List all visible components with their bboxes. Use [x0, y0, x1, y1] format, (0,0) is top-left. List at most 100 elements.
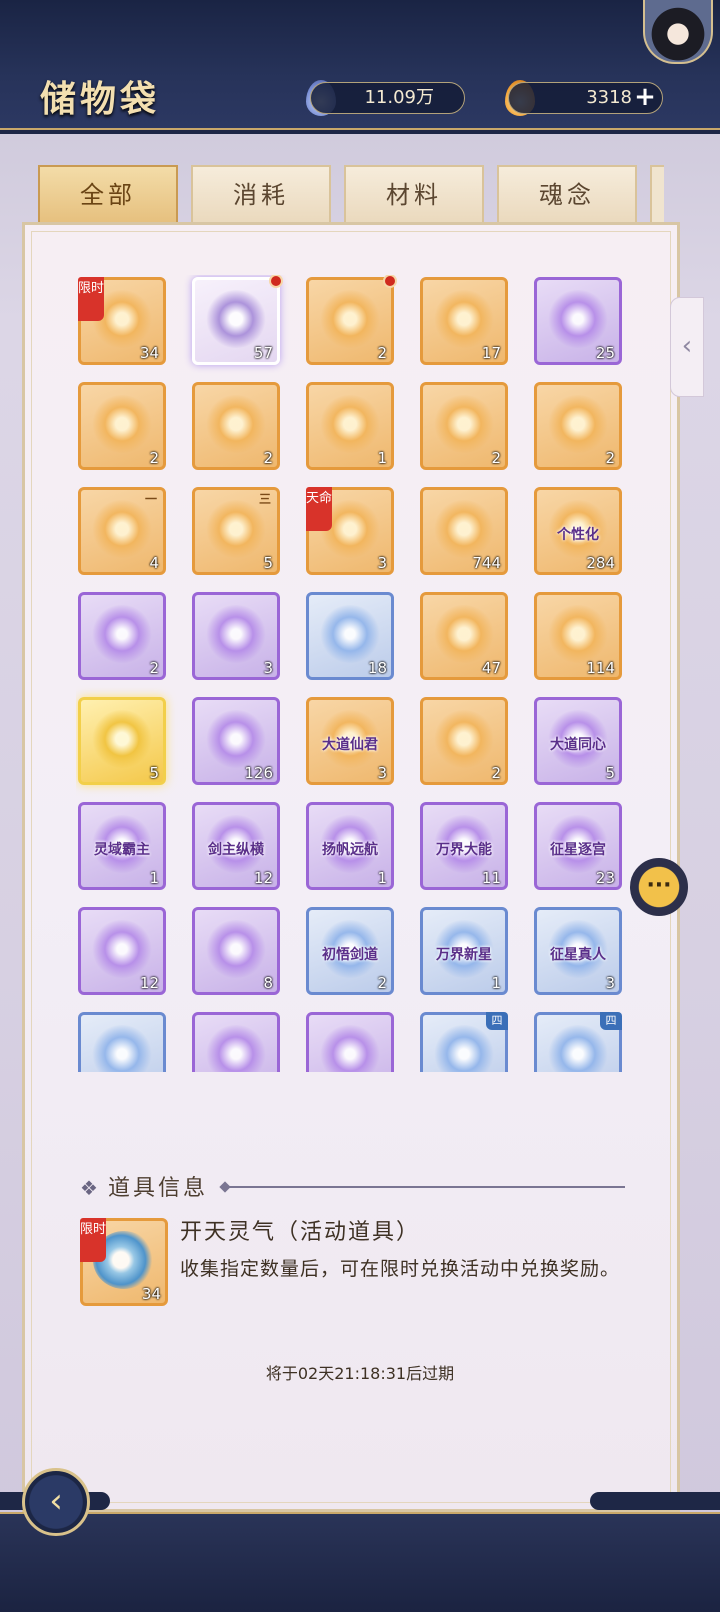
fire-sword-emblem-icon [433, 605, 495, 663]
item-count: 1 [149, 869, 159, 887]
inventory-item[interactable]: 2 [192, 382, 280, 470]
item-count: 12 [253, 869, 273, 887]
item-grade-badge: 四 [486, 1012, 508, 1030]
item-count: 57 [253, 344, 273, 362]
inventory-item[interactable]: 57 [192, 275, 283, 365]
inventory-item[interactable] [192, 1012, 280, 1072]
item-count: 2 [377, 974, 387, 992]
item-count: 8 [263, 974, 273, 992]
item-count: 12 [139, 974, 159, 992]
inventory-item[interactable]: 2 [534, 382, 622, 470]
item-count: 23 [595, 869, 615, 887]
blue-book-icon [319, 605, 381, 663]
item-grid[interactable]: 限时 34 57 2 17 25 2 2 1 2 2 一 4 三 5 天命 3 744 个性化 284 2 3 18 47 11… [76, 275, 636, 1072]
divider [225, 1186, 625, 1188]
item-count: 1 [377, 869, 387, 887]
inventory-item[interactable]: 18 [306, 592, 394, 680]
inventory-item[interactable]: 灵域霸主 1 [78, 802, 166, 890]
inventory-item[interactable]: 2 [420, 382, 508, 470]
item-title-text: 大道同心 [550, 737, 606, 753]
tab-1[interactable]: 消耗 [191, 165, 331, 223]
item-title-text: 初悟剑道 [322, 947, 378, 963]
inventory-item[interactable]: 万界大能 11 [420, 802, 508, 890]
inventory-item[interactable]: 2 [78, 592, 166, 680]
lotus-meditation-icon [205, 710, 267, 768]
item-title-text: 剑主纵横 [208, 842, 264, 858]
side-drawer-handle[interactable]: ‹ [670, 297, 704, 397]
add-currency-button[interactable]: + [632, 84, 658, 112]
item-title-text: 灵域霸主 [94, 842, 150, 858]
inventory-item[interactable]: 万界新星 1 [420, 907, 508, 995]
item-tier: 三 [258, 492, 271, 506]
item-title-text: 万界新星 [436, 947, 492, 963]
tab-3[interactable]: 魂念 [497, 165, 637, 223]
item-count: 3 [377, 554, 387, 572]
player-avatar[interactable] [643, 0, 713, 64]
tab-0[interactable]: 全部 [38, 165, 178, 223]
item-count: 34 [141, 1285, 161, 1303]
item-count: 284 [586, 554, 615, 572]
inventory-item[interactable]: 个性化 284 [534, 487, 622, 575]
inventory-item[interactable]: 1 [306, 382, 394, 470]
item-count: 126 [244, 764, 273, 782]
inventory-item[interactable]: 25 [534, 277, 622, 365]
item-count: 2 [149, 449, 159, 467]
inventory-item[interactable]: 17 [420, 277, 508, 365]
item-count: 3 [605, 974, 615, 992]
inventory-item[interactable]: 8 [192, 907, 280, 995]
inventory-item[interactable]: 12 [78, 907, 166, 995]
tab-overflow[interactable] [650, 165, 664, 223]
seal-box-icon [205, 500, 267, 558]
inventory-item[interactable]: 大道同心 5 [534, 697, 622, 785]
item-count: 2 [491, 449, 501, 467]
immortal-figure-icon [205, 290, 267, 348]
inventory-item[interactable]: 限时 34 [78, 277, 166, 365]
item-count: 2 [605, 449, 615, 467]
tab-2[interactable]: 材料 [344, 165, 484, 223]
blue-scroll-icon [91, 1025, 153, 1072]
inventory-item[interactable] [306, 1012, 394, 1072]
inventory-item[interactable]: 四 [534, 1012, 622, 1072]
orange-ring-icon [319, 1025, 381, 1072]
item-count: 1 [491, 974, 501, 992]
item-count: 3 [263, 659, 273, 677]
back-button[interactable]: ‹ [22, 1468, 90, 1536]
item-title-text: 征星真人 [550, 947, 606, 963]
inventory-item[interactable]: 2 [420, 697, 508, 785]
purple-book-icon [205, 605, 267, 663]
inventory-item[interactable]: 2 [306, 275, 397, 365]
inventory-item[interactable]: 征星逐宫 23 [534, 802, 622, 890]
inventory-item[interactable]: 四 [420, 1012, 508, 1072]
inventory-item[interactable]: 一4 [78, 487, 166, 575]
diamond-icon: ❖ [80, 1176, 98, 1200]
inventory-item[interactable]: 天命 3 [306, 487, 394, 575]
inventory-item[interactable]: 大道仙君 3 [306, 697, 394, 785]
inventory-item[interactable]: 126 [192, 697, 280, 785]
item-name: 开天灵气（活动道具） [180, 1220, 421, 1245]
inventory-item[interactable]: 114 [534, 592, 622, 680]
item-tag: 天命 [306, 487, 332, 531]
inventory-item[interactable]: 剑主纵横 12 [192, 802, 280, 890]
chat-button[interactable]: ··· [630, 858, 688, 916]
fire-ring-icon [433, 710, 495, 768]
moon-ring-icon [205, 920, 267, 978]
water-flask-icon [91, 395, 153, 453]
item-info-header: ❖ 道具信息 [80, 1170, 625, 1202]
item-info-title: 道具信息 [108, 1176, 209, 1201]
item-count: 18 [367, 659, 387, 677]
item-title-text: 万界大能 [436, 842, 492, 858]
seal-box-icon [91, 500, 153, 558]
inventory-item[interactable]: 扬帆远航 1 [306, 802, 394, 890]
inventory-item[interactable]: 三5 [192, 487, 280, 575]
inventory-item[interactable]: 初悟剑道 2 [306, 907, 394, 995]
item-tier: 一 [144, 492, 157, 506]
inventory-item[interactable]: 征星真人 3 [534, 907, 622, 995]
inventory-item[interactable]: 744 [420, 487, 508, 575]
inventory-item[interactable]: 2 [78, 382, 166, 470]
bottom-bar-right [590, 1492, 720, 1510]
inventory-item[interactable] [78, 1012, 166, 1072]
inventory-item[interactable]: 5 [78, 697, 166, 785]
item-count: 1 [377, 449, 387, 467]
inventory-item[interactable]: 47 [420, 592, 508, 680]
inventory-item[interactable]: 3 [192, 592, 280, 680]
